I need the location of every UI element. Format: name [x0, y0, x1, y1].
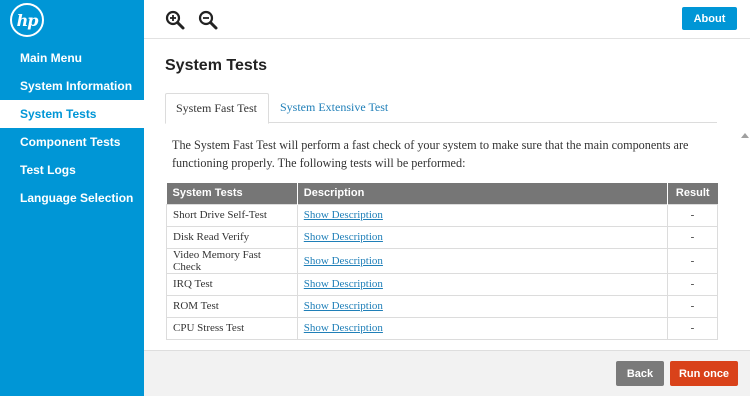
test-name: ROM Test [166, 294, 298, 318]
sidebar-nav: Main Menu System Information System Test… [0, 44, 144, 212]
header-result: Result [667, 183, 718, 204]
test-tabs: System Fast Test System Extensive Test [165, 93, 717, 124]
logo-text: hp [16, 10, 39, 30]
tab-system-extensive-test[interactable]: System Extensive Test [270, 93, 398, 124]
page-title: System Tests [165, 57, 267, 74]
zoom-out-icon[interactable] [197, 9, 219, 31]
sidebar-item-main-menu[interactable]: Main Menu [0, 44, 144, 72]
test-result: - [666, 225, 719, 249]
hp-logo: hp [10, 3, 44, 37]
table-row: ROM Test Show Description - [166, 294, 719, 318]
sidebar-item-system-information[interactable]: System Information [0, 72, 144, 100]
table-header-row: System Tests Description Result [166, 183, 718, 204]
tests-table: System Tests Description Result Short Dr… [166, 183, 719, 340]
table-row: Video Memory Fast Check Show Description… [166, 247, 719, 274]
table-row: Short Drive Self-Test Show Description - [166, 203, 719, 227]
tab-system-fast-test[interactable]: System Fast Test [165, 93, 269, 124]
show-description-link[interactable]: Show Description [304, 300, 383, 312]
table-row: Disk Read Verify Show Description - [166, 225, 719, 249]
test-name: Disk Read Verify [166, 225, 298, 249]
show-description-link[interactable]: Show Description [304, 255, 383, 267]
test-name: Short Drive Self-Test [166, 203, 298, 227]
table-row: CPU Stress Test Show Description - [166, 316, 719, 340]
show-description-link[interactable]: Show Description [304, 278, 383, 290]
test-name: CPU Stress Test [166, 316, 298, 340]
test-description: The System Fast Test will perform a fast… [172, 138, 689, 170]
test-result: - [666, 247, 719, 274]
run-once-button[interactable]: Run once [670, 361, 738, 386]
sidebar-item-system-tests[interactable]: System Tests [0, 100, 144, 128]
test-result: - [666, 316, 719, 340]
back-button[interactable]: Back [616, 361, 664, 386]
test-name: IRQ Test [166, 272, 298, 296]
main-content: System Tests System Fast Test System Ext… [144, 40, 750, 359]
show-description-link[interactable]: Show Description [304, 209, 383, 221]
header-description: Description [297, 183, 668, 204]
test-result: - [666, 294, 719, 318]
show-description-link[interactable]: Show Description [304, 322, 383, 334]
zoom-in-icon[interactable] [164, 9, 186, 31]
toolbar: About [144, 0, 750, 39]
test-result: - [666, 272, 719, 296]
about-button[interactable]: About [682, 7, 737, 30]
scroll-up-arrow-icon[interactable] [741, 133, 749, 138]
test-name: Video Memory Fast Check [166, 247, 298, 274]
header-system-tests: System Tests [166, 183, 298, 204]
table-row: IRQ Test Show Description - [166, 272, 719, 296]
sidebar: hp Main Menu System Information System T… [0, 0, 144, 396]
sidebar-item-component-tests[interactable]: Component Tests [0, 128, 144, 156]
sidebar-item-language-selection[interactable]: Language Selection [0, 184, 144, 212]
sidebar-item-test-logs[interactable]: Test Logs [0, 156, 144, 184]
vertical-scrollbar[interactable] [740, 131, 750, 363]
test-result: - [666, 203, 719, 227]
footer-bar: Back Run once [144, 350, 750, 396]
show-description-link[interactable]: Show Description [304, 231, 383, 243]
